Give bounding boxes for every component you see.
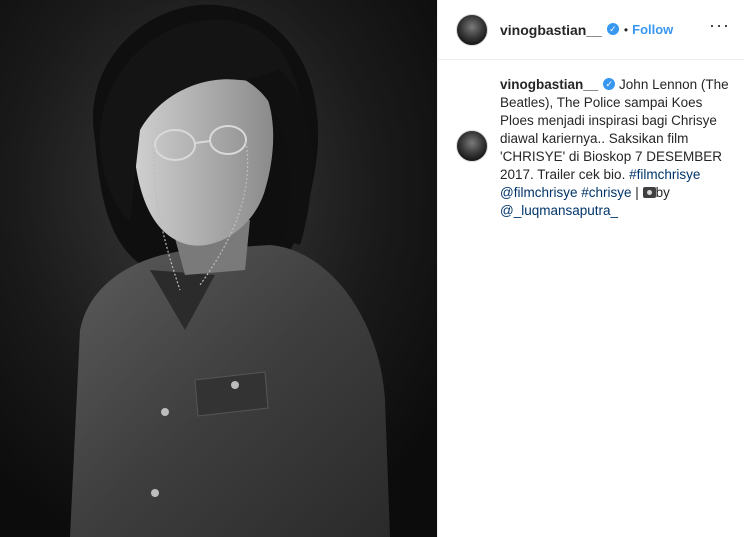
verified-badge-icon: ✓	[603, 78, 616, 91]
header-separator: •	[623, 22, 629, 37]
caption-pipe: |	[635, 185, 639, 200]
instagram-post: vinogbastian__ ✓ • Follow ··· vinogbasti…	[0, 0, 744, 537]
caption-username[interactable]: vinogbastian__	[500, 77, 598, 92]
caption-avatar[interactable]	[456, 130, 488, 162]
more-options-icon[interactable]: ···	[709, 16, 730, 34]
avatar[interactable]	[456, 13, 488, 46]
camera-icon	[642, 187, 656, 198]
follow-button[interactable]: Follow	[632, 22, 673, 37]
mention-link[interactable]: @filmchrisye	[500, 185, 577, 200]
mention-link[interactable]: @_luqmansaputra_	[500, 203, 618, 218]
post-side-panel: vinogbastian__ ✓ • Follow ··· vinogbasti…	[437, 0, 744, 537]
post-header: vinogbastian__ ✓ • Follow ···	[438, 0, 744, 60]
post-photo[interactable]	[0, 0, 437, 537]
caption-by: by	[655, 185, 670, 200]
photo-image	[0, 0, 437, 537]
verified-badge-icon: ✓	[606, 22, 619, 35]
hashtag-link[interactable]: #chrisye	[581, 185, 631, 200]
header-username[interactable]: vinogbastian__	[500, 22, 602, 38]
hashtag-link[interactable]: #filmchrisye	[629, 167, 700, 182]
caption-row: vinogbastian__ ✓ John Lennon (The Beatles…	[438, 60, 744, 220]
caption-text: vinogbastian__ ✓ John Lennon (The Beatles…	[500, 76, 732, 220]
